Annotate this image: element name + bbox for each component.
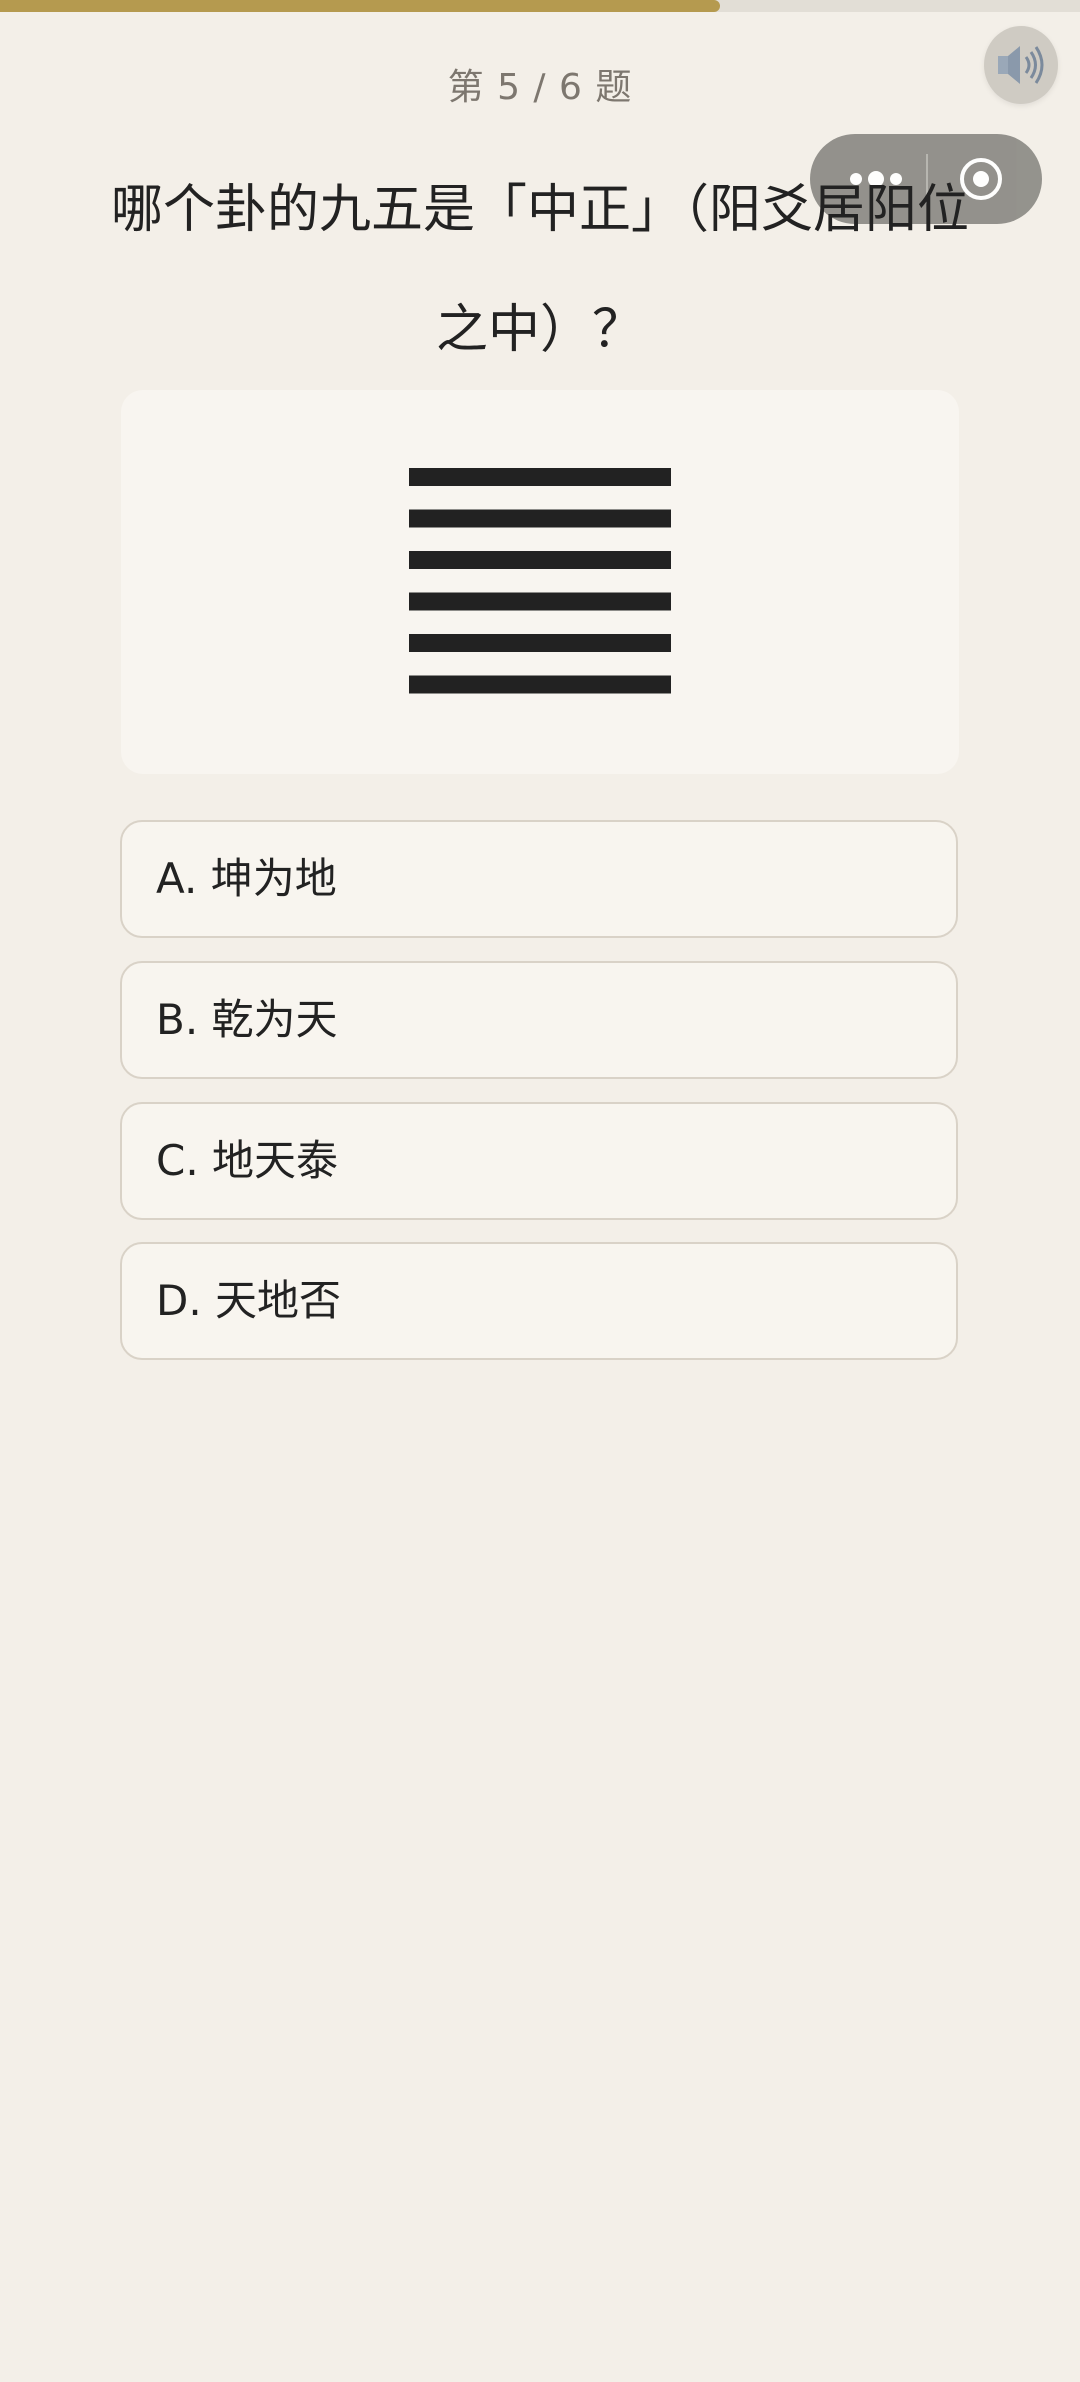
hexagram-line-yang	[409, 592, 671, 611]
speaker-icon	[998, 46, 1044, 84]
option-a[interactable]: A. 坤为地	[120, 820, 958, 938]
progress-bar-fill	[0, 0, 721, 12]
hexagram-line-yang	[409, 675, 671, 694]
hexagram-line-yang	[409, 468, 671, 486]
option-c[interactable]: C. 地天泰	[120, 1102, 958, 1220]
option-d[interactable]: D. 天地否	[120, 1242, 958, 1360]
option-b[interactable]: B. 乾为天	[120, 961, 958, 1079]
question-text: 哪个卦的九五是「中正」（阳爻居阳位之中）？	[110, 180, 969, 360]
sound-button[interactable]	[984, 26, 1058, 104]
hexagram-line-yang	[409, 551, 671, 569]
option-b-label: B. 乾为天	[156, 995, 338, 1044]
option-d-label: D. 天地否	[156, 1276, 342, 1325]
option-c-label: C. 地天泰	[156, 1136, 339, 1185]
hexagram-line-yang	[409, 509, 671, 528]
hexagram-figure	[409, 468, 671, 694]
option-a-label: A. 坤为地	[156, 854, 337, 903]
progress-bar	[0, 0, 1080, 12]
question-counter: 第 5 / 6 题	[447, 67, 633, 108]
hexagram-line-yang	[409, 634, 671, 652]
hexagram-card	[121, 390, 959, 774]
